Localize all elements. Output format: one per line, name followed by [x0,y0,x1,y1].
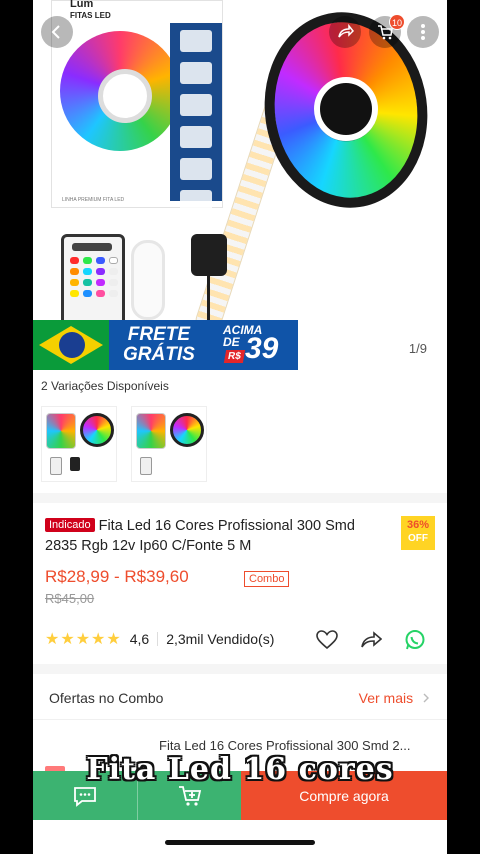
rating-stars-icon: ★★★★★ [45,631,122,648]
whatsapp-share-button[interactable] [403,628,427,652]
chat-icon [74,786,96,807]
share-product-button[interactable] [359,628,383,652]
cart-count-badge: 10 [389,14,405,30]
combo-tag: Combo [244,571,290,587]
heart-icon [316,630,338,650]
section-divider [33,664,447,674]
price-range: R$28,99 - R$39,60 [45,567,189,586]
promo-currency: R$ [223,350,245,363]
add-cart-icon [178,785,201,806]
separator [157,632,159,646]
home-indicator[interactable] [165,840,315,845]
more-icon [421,24,425,40]
box-footer: LINHA PREMIUM FITA LED [62,197,125,203]
see-more-link[interactable]: Ver mais [359,690,431,706]
indicado-badge: Indicado [45,518,95,532]
variation-thumb[interactable] [131,406,207,482]
product-title: Indicado Fita Led 16 Cores Profissional 3… [45,516,390,556]
favorite-button[interactable] [315,628,339,652]
promo-frete-text: FRETE GRÁTIS [123,324,195,365]
promo-amount: 39 [245,332,279,365]
rating-value: 4,6 [129,631,150,647]
video-caption: Fita Led 16 cores [86,752,394,787]
share-button[interactable] [329,16,361,48]
sold-count: 2,3mil Vendido(s) [166,631,275,647]
chevron-right-icon [423,693,429,703]
back-button[interactable] [41,16,73,48]
discount-badge: 36% OFF [401,516,435,550]
reel-hub [314,77,378,141]
variations-label[interactable]: 2 Variações Disponíveis [41,379,169,393]
phone-screen: Lum FITAS LED LINHA PREMIUM FITA LED FRE… [33,0,447,854]
product-image-carousel[interactable]: Lum FITAS LED LINHA PREMIUM FITA LED FRE… [33,0,447,376]
receiver-image [131,240,165,320]
remote-control-image [61,234,125,326]
back-arrow-icon [51,25,60,39]
whatsapp-icon [405,630,425,650]
box-spec-panel [170,23,222,212]
combo-item-title[interactable]: Fita Led 16 Cores Profissional 300 Smd 2… [159,738,439,753]
more-button[interactable] [407,16,439,48]
product-box-image: Lum FITAS LED LINHA PREMIUM FITA LED [51,0,223,212]
offers-label: Ofertas no Combo [49,690,164,706]
image-counter: 1/9 [400,338,435,359]
old-price: R$45,00 [45,591,95,606]
combo-offers-section: Ofertas no Combo Ver mais [33,676,447,720]
box-brand: Lum FITAS LED [70,0,111,20]
free-shipping-banner: FRETE GRÁTIS ACIMA DE R$ 39 [33,320,298,370]
share-arrow-icon [361,631,382,648]
share-icon [338,23,354,38]
flag-globe [59,332,85,358]
power-adapter-image [191,234,227,324]
cart-button[interactable]: 10 [369,14,405,48]
section-divider [33,493,447,503]
variation-thumb[interactable] [41,406,117,482]
box-led-reel [60,31,180,151]
